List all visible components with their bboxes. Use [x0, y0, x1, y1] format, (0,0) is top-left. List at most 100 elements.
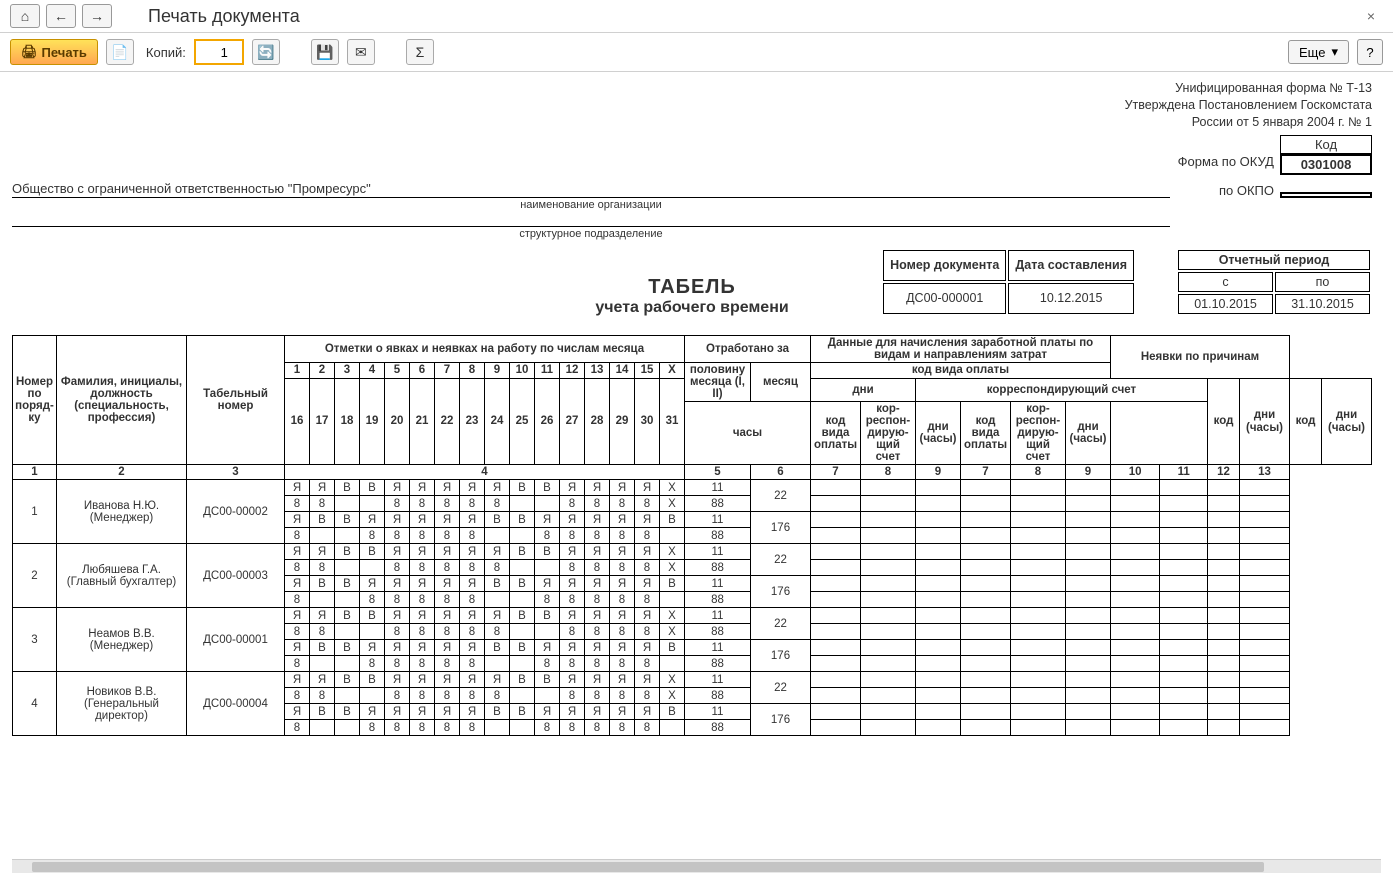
document-viewport[interactable]: Унифицированная форма № Т-13 Утверждена … — [0, 72, 1393, 859]
copies-input[interactable] — [194, 39, 244, 65]
hours1: 88 — [685, 688, 751, 704]
more-label: Еще — [1299, 45, 1325, 60]
table-row: 2Любяшева Г.А. (Главный бухгалтер)ДС00-0… — [13, 544, 1372, 560]
row-num: 2 — [13, 544, 57, 608]
col-abs-code1: код — [1208, 378, 1240, 465]
col-p3a: дни (часы) — [916, 401, 961, 464]
month-total: 176 — [751, 512, 811, 544]
col-days: дни — [811, 378, 916, 401]
col-tabnum: Табельный номер — [187, 335, 285, 465]
days1: 11 — [685, 608, 751, 624]
preview-button[interactable]: 📄 — [106, 39, 134, 65]
docnum-value: ДС00-000001 — [883, 283, 1006, 314]
form-line2: Утверждена Постановлением Госкомстата — [12, 97, 1372, 114]
col-p2a: кор-респон-дирую-щий счет — [861, 401, 916, 464]
col-absences: Неявки по причинам — [1111, 335, 1290, 378]
help-button[interactable]: ? — [1357, 39, 1383, 65]
col-num: Номер по поряд-ку — [13, 335, 57, 465]
days1: 11 — [685, 480, 751, 496]
sum-button[interactable]: Σ — [406, 39, 434, 65]
col-abs-dh2: дни (часы) — [1322, 378, 1372, 465]
org-name: Общество с ограниченной ответственностью… — [12, 181, 1170, 198]
col-abs-dh1: дни (часы) — [1240, 378, 1290, 465]
form-line3: России от 5 января 2004 г. № 1 — [12, 114, 1372, 131]
row-tabnum: ДС00-00004 — [187, 672, 285, 736]
home-button[interactable]: ⌂ — [10, 4, 40, 28]
period-label: Отчетный период — [1178, 250, 1370, 270]
top-nav: ⌂ ← → Печать документа × — [0, 0, 1393, 33]
month-total: 176 — [751, 640, 811, 672]
back-button[interactable]: ← — [46, 4, 76, 28]
row-tabnum: ДС00-00003 — [187, 544, 285, 608]
doc-subtitle: учета рабочего времени — [12, 299, 1372, 317]
close-button[interactable]: × — [1359, 8, 1383, 24]
row-fio: Иванова Н.Ю. (Менеджер) — [57, 480, 187, 544]
col-half: половину месяца (I, II) — [685, 362, 751, 401]
days1: 11 — [685, 672, 751, 688]
half-month: 22 — [751, 544, 811, 576]
page-title: Печать документа — [148, 6, 300, 27]
okud-label: Форма по ОКУД — [1170, 154, 1280, 175]
hours2: 88 — [685, 656, 751, 672]
date-value: 10.12.2015 — [1008, 283, 1134, 314]
okud-value: 0301008 — [1280, 154, 1372, 175]
toolbar: 🖨 Печать 📄 Копий: 🔄 💾 ✉ Σ Еще ▾ ? — [0, 33, 1393, 72]
table-row: 4Новиков В.В. (Генеральный директор)ДС00… — [13, 672, 1372, 688]
days2: 11 — [685, 576, 751, 592]
days1: 11 — [685, 544, 751, 560]
days2: 11 — [685, 640, 751, 656]
col-month: месяц — [751, 362, 811, 401]
hours2: 88 — [685, 720, 751, 736]
docnum-label: Номер документа — [883, 250, 1006, 281]
row-fio: Любяшева Г.А. (Главный бухгалтер) — [57, 544, 187, 608]
document-content: Унифицированная форма № Т-13 Утверждена … — [12, 80, 1372, 736]
printer-icon: 🖨 — [21, 44, 38, 60]
to-value: 31.10.2015 — [1275, 294, 1370, 314]
row-fio: Новиков В.В. (Генеральный директор) — [57, 672, 187, 736]
date-label: Дата составления — [1008, 250, 1134, 281]
timesheet-table: Номер по поряд-ку Фамилия, инициалы, дол… — [12, 335, 1372, 737]
days2: 11 — [685, 704, 751, 720]
okpo-label: по ОКПО — [1170, 183, 1280, 198]
to-label: по — [1275, 272, 1370, 292]
half-month: 22 — [751, 608, 811, 640]
chevron-down-icon: ▾ — [1331, 44, 1338, 60]
doc-meta-table: Номер документаДата составления ДС00-000… — [881, 248, 1136, 316]
forward-button[interactable]: → — [82, 4, 112, 28]
doc-title: ТАБЕЛЬ — [12, 276, 1372, 299]
horizontal-scrollbar[interactable] — [12, 859, 1381, 873]
email-button[interactable]: ✉ — [347, 39, 375, 65]
row-tabnum: ДС00-00002 — [187, 480, 285, 544]
print-button[interactable]: 🖨 Печать — [10, 39, 98, 65]
half-month: 22 — [751, 672, 811, 704]
days2: 11 — [685, 512, 751, 528]
dept-caption: структурное подразделение — [12, 228, 1170, 240]
from-value: 01.10.2015 — [1178, 294, 1273, 314]
save-button[interactable]: 💾 — [311, 39, 339, 65]
form-line1: Унифицированная форма № Т-13 — [12, 80, 1372, 97]
month-total: 176 — [751, 704, 811, 736]
col-p1b: код вида оплаты — [961, 401, 1011, 464]
refresh-button[interactable]: 🔄 — [252, 39, 280, 65]
col-account: корреспондирующий счет — [916, 378, 1208, 401]
col-p3b: дни (часы) — [1066, 401, 1111, 464]
col-p1a: код вида оплаты — [811, 401, 861, 464]
hours1: 88 — [685, 624, 751, 640]
form-header: Унифицированная форма № Т-13 Утверждена … — [12, 80, 1372, 131]
from-label: с — [1178, 272, 1273, 292]
more-button[interactable]: Еще ▾ — [1288, 40, 1349, 64]
col-abs-code2: код — [1290, 378, 1322, 465]
row-num: 1 — [13, 480, 57, 544]
col-payment: Данные для начисления заработной платы п… — [811, 335, 1111, 362]
copies-label: Копий: — [146, 45, 186, 60]
code-header: Код — [1280, 135, 1372, 154]
col-worked: Отработано за — [685, 335, 811, 362]
half-month: 22 — [751, 480, 811, 512]
col-marks: Отметки о явках и неявках на работу по ч… — [285, 335, 685, 362]
row-tabnum: ДС00-00001 — [187, 608, 285, 672]
hours1: 88 — [685, 496, 751, 512]
row-num: 3 — [13, 608, 57, 672]
hours2: 88 — [685, 528, 751, 544]
col-fio: Фамилия, инициалы, должность (специально… — [57, 335, 187, 465]
row-num: 4 — [13, 672, 57, 736]
